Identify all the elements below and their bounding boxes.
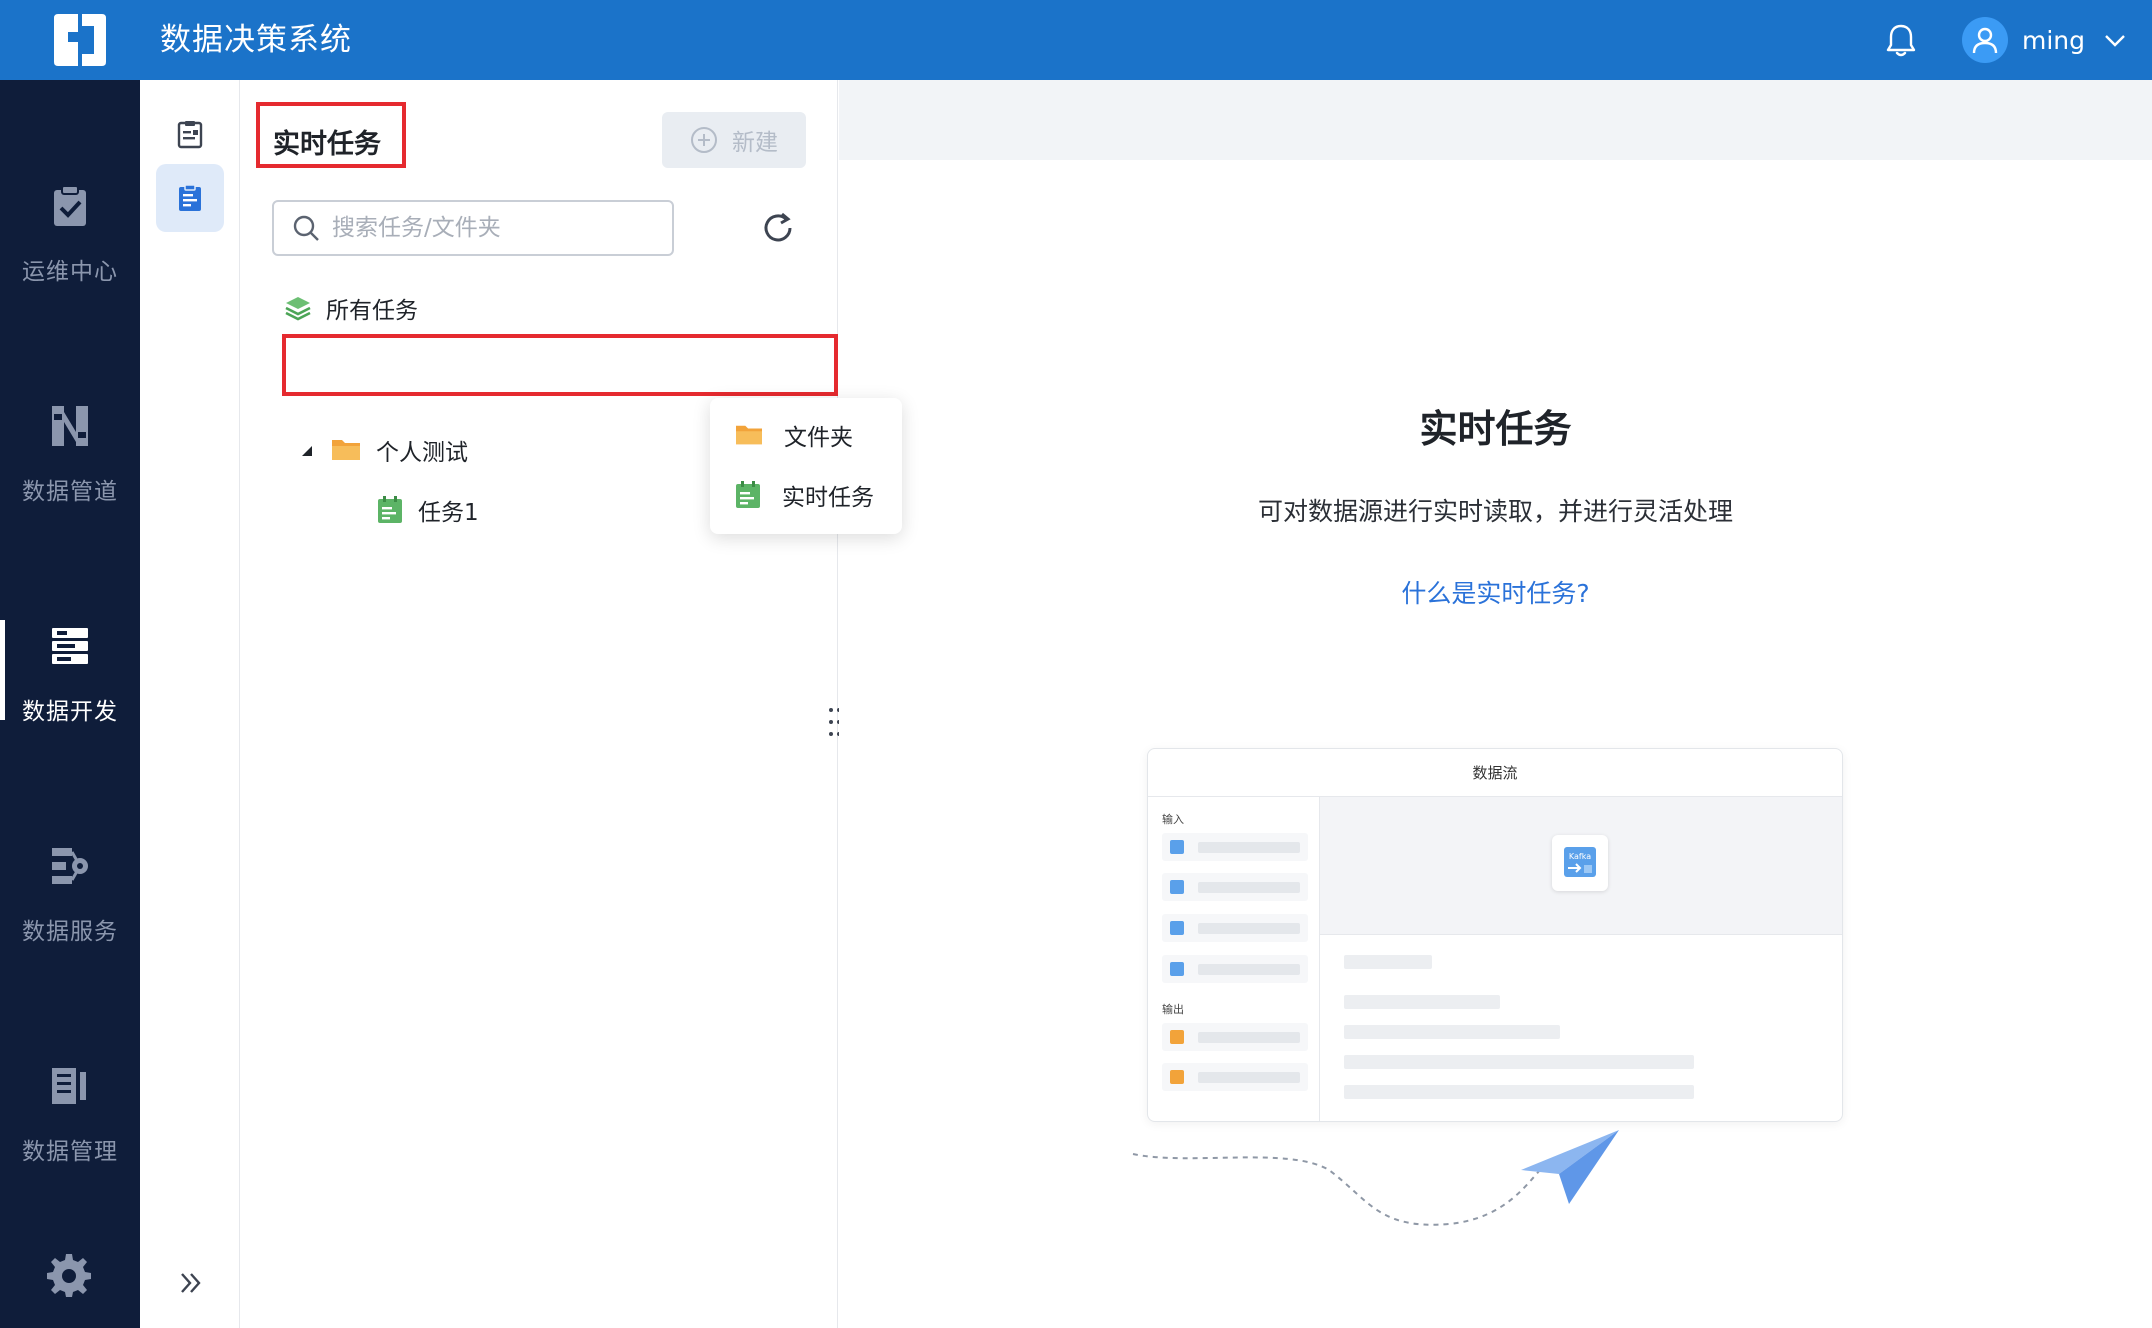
left-nav: 运维中心 数据管道 数据开发 数据服务 数据管理 bbox=[0, 80, 140, 1328]
avatar bbox=[1962, 17, 2008, 63]
user-menu[interactable]: ming bbox=[1962, 16, 2127, 64]
search-icon bbox=[293, 215, 319, 241]
help-link[interactable]: 什么是实时任务? bbox=[839, 574, 2152, 610]
main-title: 实时任务 bbox=[1419, 407, 1572, 451]
tree-item-all-tasks[interactable]: 所有任务 bbox=[284, 284, 418, 332]
chevron-down-icon bbox=[2105, 35, 2125, 47]
output-label: 输出 bbox=[1162, 1003, 1184, 1016]
tree-item-label: 所有任务 bbox=[326, 298, 418, 324]
kafka-node: Kafka bbox=[1552, 835, 1608, 891]
sub-nav-offline-tasks[interactable] bbox=[156, 100, 224, 168]
task-list-icon bbox=[177, 121, 203, 149]
illustration-title: 数据流 bbox=[1148, 749, 1842, 797]
illustration-sidebar: 输入 输出 bbox=[1148, 797, 1320, 1121]
task-panel: 实时任务 新建 所有任务 个人测试 bbox=[240, 80, 838, 1328]
input-source-item bbox=[1162, 914, 1308, 942]
placeholder-bar bbox=[1344, 1085, 1694, 1099]
user-icon bbox=[1972, 27, 1998, 54]
placeholder-bar bbox=[1344, 1055, 1694, 1069]
main-content: 实时任务 可对数据源进行实时读取，并进行灵活处理 什么是实时任务? 数据流 输入… bbox=[839, 80, 2152, 1328]
nav-label: 数据管道 bbox=[22, 479, 118, 505]
tree-item-label: 个人测试 bbox=[376, 440, 468, 466]
plus-circle-icon bbox=[691, 127, 717, 153]
panel-title: 实时任务 bbox=[273, 129, 381, 160]
menu-item-label: 实时任务 bbox=[782, 485, 874, 511]
add-dropdown-menu: 文件夹 实时任务 bbox=[710, 398, 902, 534]
realtime-task-icon bbox=[179, 184, 201, 211]
app-title: 数据决策系统 bbox=[160, 22, 352, 58]
nav-label: 数据管理 bbox=[22, 1139, 118, 1165]
output-target-item bbox=[1162, 1063, 1308, 1091]
nav-item-data-pipeline[interactable]: 数据管道 bbox=[0, 372, 140, 522]
highlight-box bbox=[282, 334, 838, 396]
input-label: 输入 bbox=[1162, 813, 1184, 826]
dataflow-illustration: 数据流 输入 输出 Kafka bbox=[1147, 748, 1843, 1122]
search-input[interactable] bbox=[332, 215, 652, 241]
nav-label: 运维中心 bbox=[22, 259, 118, 285]
realtime-task-icon bbox=[736, 481, 760, 508]
username: ming bbox=[2022, 25, 2086, 55]
placeholder-bar bbox=[1344, 955, 1432, 969]
menu-item-realtime-task[interactable]: 实时任务 bbox=[710, 466, 902, 524]
gear-icon[interactable] bbox=[46, 1252, 92, 1298]
server-stack-icon bbox=[52, 628, 88, 664]
input-source-item bbox=[1162, 873, 1308, 901]
nav-item-ops-center[interactable]: 运维中心 bbox=[0, 152, 140, 302]
realtime-task-icon bbox=[378, 496, 402, 523]
main-tab-bar bbox=[839, 80, 2152, 160]
nav-label: 数据开发 bbox=[22, 699, 118, 725]
service-icon bbox=[52, 848, 88, 884]
top-bar: 数据决策系统 ming bbox=[0, 0, 2152, 80]
app-logo[interactable] bbox=[52, 12, 108, 68]
illustration-canvas: Kafka bbox=[1320, 797, 1842, 935]
nav-label: 数据服务 bbox=[22, 919, 118, 945]
kafka-icon: Kafka bbox=[1564, 847, 1596, 877]
nav-item-data-management[interactable]: 数据管理 bbox=[0, 1032, 140, 1182]
sub-nav bbox=[140, 80, 240, 1328]
sub-nav-realtime-tasks[interactable] bbox=[156, 164, 224, 232]
bell-icon[interactable] bbox=[1884, 22, 1918, 58]
input-source-item bbox=[1162, 955, 1308, 983]
placeholder-bar bbox=[1344, 1025, 1560, 1039]
main-description: 可对数据源进行实时读取，并进行灵活处理 bbox=[1257, 497, 1733, 526]
double-chevron-right-icon[interactable] bbox=[176, 1268, 206, 1298]
tree-item-task[interactable]: 任务1 bbox=[376, 486, 479, 534]
pipeline-icon bbox=[52, 406, 88, 446]
nav-item-data-development[interactable]: 数据开发 bbox=[0, 592, 140, 742]
nav-item-data-service[interactable]: 数据服务 bbox=[0, 812, 140, 962]
caret-down-icon[interactable] bbox=[300, 443, 314, 457]
clipboard-check-icon bbox=[54, 185, 86, 226]
folder-icon bbox=[736, 425, 762, 445]
manage-icon bbox=[52, 1068, 86, 1104]
kafka-node-label: Kafka bbox=[1569, 852, 1591, 861]
menu-item-folder[interactable]: 文件夹 bbox=[710, 406, 902, 464]
menu-item-label: 文件夹 bbox=[784, 425, 853, 451]
layers-icon bbox=[285, 297, 311, 321]
folder-icon bbox=[332, 440, 360, 460]
search-box[interactable] bbox=[272, 200, 674, 256]
refresh-icon[interactable] bbox=[760, 210, 796, 246]
tree-item-label: 任务1 bbox=[418, 500, 479, 526]
new-button[interactable]: 新建 bbox=[662, 112, 806, 168]
new-button-label: 新建 bbox=[732, 130, 778, 156]
paper-plane-icon bbox=[1132, 1130, 1619, 1226]
output-target-item bbox=[1162, 1023, 1308, 1051]
input-source-item bbox=[1162, 833, 1308, 861]
placeholder-bar bbox=[1344, 995, 1500, 1009]
